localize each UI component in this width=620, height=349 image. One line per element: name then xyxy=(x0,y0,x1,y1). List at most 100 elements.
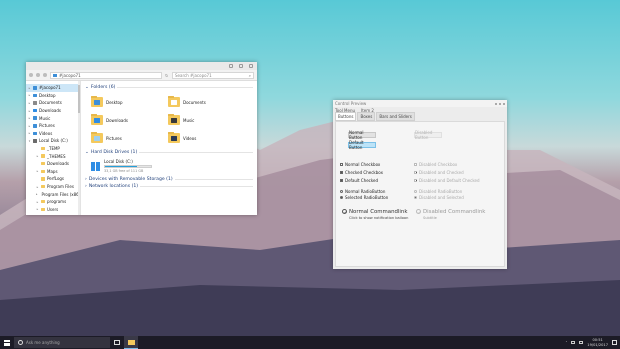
nav-item-label: Downloads xyxy=(47,161,69,167)
chevron-icon[interactable]: ▸ xyxy=(36,207,39,211)
normal-button[interactable]: Normal Button xyxy=(348,130,376,140)
radio-selected-icon xyxy=(414,195,417,199)
task-view-button[interactable] xyxy=(110,336,124,349)
chevron-icon[interactable]: ▸ xyxy=(28,86,31,90)
nav-item[interactable]: ▸ Pictures xyxy=(26,122,80,130)
nav-item[interactable]: ▸ Documents xyxy=(26,99,80,107)
folder-item[interactable]: Documents xyxy=(168,95,245,109)
default-checked-checkbox[interactable]: Default Checked xyxy=(340,178,378,183)
nav-item[interactable]: ▸ Maps xyxy=(26,168,80,176)
normal-radio[interactable]: Normal RadioButton xyxy=(340,189,385,194)
nav-item[interactable]: ▸ Desktop xyxy=(26,92,80,100)
nav-item-label: _TEMP xyxy=(47,146,60,152)
drive-item[interactable]: Local Disk (C:) 33,1 GB free of 111 GB xyxy=(85,156,253,176)
folder-item[interactable]: Desktop xyxy=(91,95,168,109)
group-header-drives[interactable]: ⌄ Hard Disk Drives (1) xyxy=(85,149,253,156)
checkbox-label: Checked Checkbox xyxy=(345,169,383,175)
chevron-icon[interactable]: ▸ xyxy=(28,101,31,105)
clock[interactable]: 00:51 19/01/2017 xyxy=(587,338,608,347)
nav-item[interactable]: ▸ Music xyxy=(26,114,80,122)
nav-item[interactable]: ▾ Local Disk (C:) xyxy=(26,137,80,145)
disabled-radio: Disabled RadioButton xyxy=(414,189,462,194)
path-text: #jacopo71 xyxy=(59,72,81,78)
nav-item[interactable]: ▸ Downloads xyxy=(26,107,80,115)
chevron-icon[interactable]: ▸ xyxy=(36,169,39,173)
nav-item[interactable]: ▸ programs xyxy=(26,198,80,206)
divider xyxy=(139,152,253,153)
start-button[interactable] xyxy=(0,336,14,349)
search-input[interactable]: Search #jacopo71 ⌕ xyxy=(172,71,254,79)
network-icon[interactable] xyxy=(571,341,576,344)
normal-commandlink[interactable]: → Normal Commandlink Click to show notif… xyxy=(342,209,408,220)
normal-checkbox[interactable]: Normal Checkbox xyxy=(340,162,380,167)
checkbox-icon xyxy=(340,162,343,166)
nav-item[interactable]: ▸ _THEMES xyxy=(26,152,80,160)
chevron-icon[interactable]: ▸ xyxy=(36,192,38,196)
chevron-icon[interactable]: ▸ xyxy=(36,185,39,189)
checkbox-checked-icon xyxy=(340,170,343,174)
nav-item-label: Videos xyxy=(39,130,53,136)
up-icon[interactable] xyxy=(43,73,47,77)
commandlink-title: Disabled Commandlink xyxy=(423,209,486,215)
nav-item[interactable]: ▸ Program Files xyxy=(26,183,80,191)
nav-item-label: Program Files (x86) xyxy=(41,191,81,197)
taskbar-search-input[interactable]: Ask me anything xyxy=(14,337,110,348)
path-input[interactable]: #jacopo71 xyxy=(50,71,162,79)
chevron-icon[interactable]: ▸ xyxy=(28,93,31,97)
folder-grid: Desktop Documents Downloads Music Pictures Vi… xyxy=(85,91,253,149)
disabled-button: Disabled Button xyxy=(414,130,442,140)
close-icon[interactable] xyxy=(249,64,253,68)
scrollbar[interactable] xyxy=(78,81,80,215)
downloads-icon xyxy=(33,108,37,113)
nav-item[interactable]: Downloads xyxy=(26,160,80,168)
default-button[interactable]: Default Button xyxy=(348,140,376,150)
radio-label: Selected RadioButton xyxy=(345,194,389,200)
chevron-icon[interactable]: ▾ xyxy=(28,139,31,143)
chevron-icon[interactable]: ▸ xyxy=(36,200,39,204)
refresh-icon[interactable]: ↻ xyxy=(165,73,169,78)
back-icon[interactable] xyxy=(29,73,33,77)
checked-checkbox[interactable]: Checked Checkbox xyxy=(340,169,383,175)
volume-icon[interactable] xyxy=(579,341,584,344)
tab-boxes[interactable]: Boxes xyxy=(357,112,376,121)
folder-item[interactable]: Downloads xyxy=(91,113,168,127)
chevron-up-icon[interactable]: ˄ xyxy=(565,341,567,345)
selected-radio[interactable]: Selected RadioButton xyxy=(340,194,389,200)
file-explorer-taskbar-button[interactable] xyxy=(124,336,138,349)
nav-item[interactable]: _TEMP xyxy=(26,145,80,153)
nav-item[interactable]: ▸ #jacopo71 xyxy=(26,84,80,92)
minimize-icon[interactable] xyxy=(229,64,233,68)
nav-item[interactable]: PerfLogs xyxy=(26,175,80,183)
group-header-removable[interactable]: › Devices with Removable Storage (1) xyxy=(85,176,253,183)
tab-bars-sliders[interactable]: Bars and Sliders xyxy=(376,112,415,121)
divider xyxy=(174,179,253,180)
chevron-icon[interactable]: ▸ xyxy=(28,124,31,128)
buttons-panel: Normal Button Default Button Disabled Bu… xyxy=(335,121,505,267)
chevron-icon[interactable]: ▸ xyxy=(28,116,31,120)
tab-buttons[interactable]: Buttons xyxy=(335,112,357,121)
folder-item[interactable]: Videos xyxy=(168,131,245,145)
chevron-icon[interactable]: ▸ xyxy=(28,109,31,113)
nav-item-label: PerfLogs xyxy=(47,176,65,182)
folder-item[interactable]: Pictures xyxy=(91,131,168,145)
forward-icon[interactable] xyxy=(36,73,40,77)
arrow-right-icon: → xyxy=(416,209,421,214)
notification-icon[interactable] xyxy=(612,340,617,345)
nav-item[interactable]: ▸ Videos xyxy=(26,130,80,138)
nav-item-label: Documents xyxy=(39,100,62,106)
group-header-network[interactable]: › Network locations (1) xyxy=(85,183,253,190)
window-controls[interactable] xyxy=(495,102,505,105)
chevron-icon[interactable]: ▸ xyxy=(28,131,31,135)
chevron-icon[interactable]: ▸ xyxy=(36,154,39,158)
nav-item[interactable]: ▸ Program Files (x86) xyxy=(26,190,80,198)
maximize-icon[interactable] xyxy=(239,64,243,68)
folder-icon xyxy=(41,161,45,166)
nav-item[interactable]: ▸ Users xyxy=(26,206,80,214)
group-header-folders[interactable]: ⌄ Folders (6) xyxy=(85,84,253,91)
nav-item-label: Maps xyxy=(47,168,58,174)
drive-free-text: 33,1 GB free of 111 GB xyxy=(104,169,144,173)
windows-logo-icon xyxy=(4,339,10,346)
radio-label: Disabled and Selected xyxy=(419,194,464,200)
folder-item[interactable]: Music xyxy=(168,113,245,127)
nav-item-label: _THEMES xyxy=(47,153,66,159)
